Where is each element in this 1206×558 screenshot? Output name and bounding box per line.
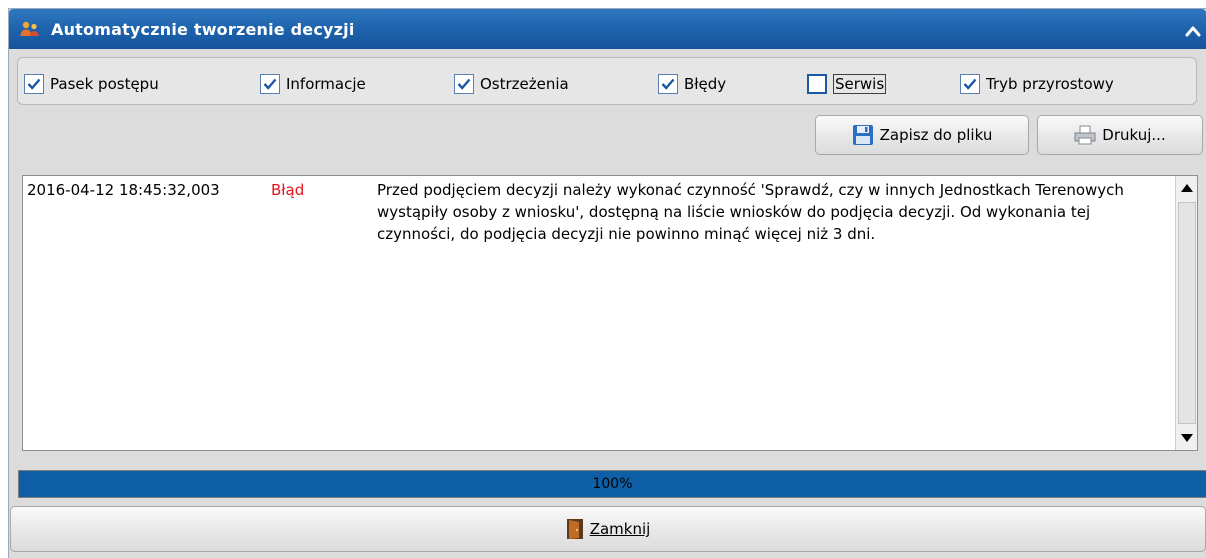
filter-label: Informacje (286, 75, 366, 93)
filter-incremental-checkbox[interactable]: Tryb przyrostowy (960, 72, 1114, 96)
scroll-up-icon[interactable] (1177, 178, 1197, 198)
title-bar: Automatycznie tworzenie decyzji (9, 9, 1206, 49)
save-to-file-button[interactable]: Zapisz do pliku (815, 115, 1029, 155)
checkbox-checked-icon[interactable] (24, 74, 44, 94)
close-button[interactable]: Zamknij (10, 506, 1206, 552)
filter-label: Serwis (833, 74, 887, 94)
checkbox-checked-icon[interactable] (260, 74, 280, 94)
close-label: Zamknij (589, 520, 651, 538)
chevron-up-icon[interactable] (1184, 23, 1202, 39)
filter-label: Tryb przyrostowy (986, 75, 1114, 93)
vertical-scrollbar[interactable] (1175, 176, 1197, 450)
scroll-track[interactable] (1178, 202, 1196, 424)
exit-door-icon (566, 518, 584, 540)
printer-icon (1074, 125, 1096, 145)
window-title: Automatycznie tworzenie decyzji (51, 20, 355, 39)
log-filter-bar: Pasek postępu Informacje Ostrzeżenia Błę… (17, 57, 1197, 105)
log-message: Przed podjęciem decyzji należy wykonać c… (377, 181, 1124, 243)
log-level: Błąd (271, 181, 305, 199)
log-timestamp: 2016-04-12 18:45:32,003 (27, 181, 220, 199)
filter-label: Błędy (684, 75, 727, 93)
filter-service-checkbox[interactable]: Serwis (807, 72, 887, 96)
save-to-file-label: Zapisz do pliku (879, 126, 993, 144)
auto-decision-window: Automatycznie tworzenie decyzji Pasek po… (8, 8, 1206, 558)
checkbox-checked-icon[interactable] (454, 74, 474, 94)
print-button[interactable]: Drukuj... (1037, 115, 1203, 155)
scroll-down-icon[interactable] (1177, 428, 1197, 448)
floppy-disk-icon (852, 124, 874, 146)
checkbox-checked-icon[interactable] (658, 74, 678, 94)
filter-warnings-checkbox[interactable]: Ostrzeżenia (454, 72, 569, 96)
filter-label: Pasek postępu (50, 75, 159, 93)
filter-info-checkbox[interactable]: Informacje (260, 72, 366, 96)
checkbox-checked-icon[interactable] (960, 74, 980, 94)
progress-bar: 100% (18, 470, 1206, 498)
filter-label: Ostrzeżenia (480, 75, 569, 93)
filter-errors-checkbox[interactable]: Błędy (658, 72, 726, 96)
checkbox-unchecked-icon[interactable] (807, 74, 827, 94)
people-icon (20, 21, 39, 36)
progress-label: 100% (592, 476, 633, 492)
log-list[interactable]: 2016-04-12 18:45:32,003 Błąd Przed podję… (22, 175, 1198, 451)
print-label: Drukuj... (1102, 126, 1166, 144)
filter-progress-checkbox[interactable]: Pasek postępu (24, 72, 159, 96)
